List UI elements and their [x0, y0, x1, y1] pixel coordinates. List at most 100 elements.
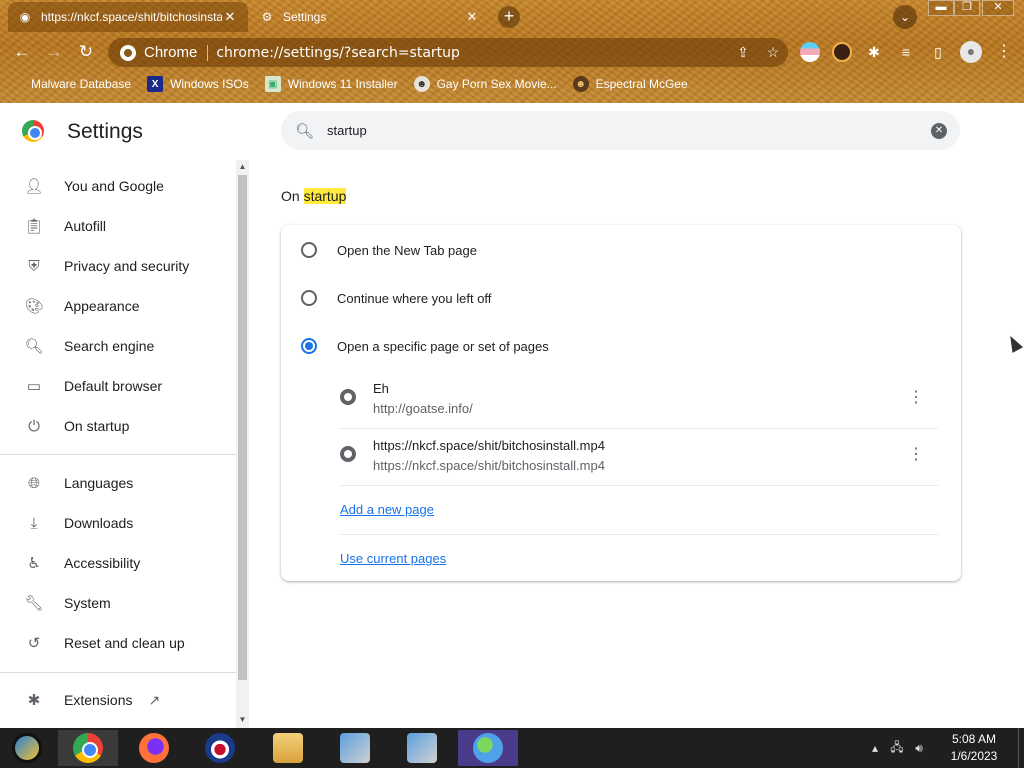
sidebar-item-reset[interactable]: ↺ Reset and clean up	[0, 625, 236, 661]
clear-search-icon[interactable]: ✕	[931, 122, 947, 139]
section-title-prefix: On	[281, 188, 300, 204]
show-desktop-button[interactable]	[1018, 728, 1024, 768]
radio-button[interactable]	[301, 242, 317, 258]
sidebar-item-label: Accessibility	[64, 555, 141, 571]
sidebar-item-privacy[interactable]: ⛨ Privacy and security	[0, 248, 236, 284]
sidebar-item-on-startup[interactable]: ⏻ On startup	[0, 408, 236, 444]
close-tab-icon[interactable]: ✕	[464, 9, 480, 25]
sidebar-item-label: Downloads	[64, 515, 134, 531]
profile-avatar-icon[interactable]: ●	[960, 41, 982, 63]
sidebar-item-you-and-google[interactable]: 👤︎ You and Google	[0, 168, 236, 204]
sidebar-item-search-engine[interactable]: 🔍︎ Search engine	[0, 328, 236, 364]
sidebar-item-accessibility[interactable]: ♿︎ Accessibility	[0, 545, 236, 581]
start-button[interactable]	[0, 730, 54, 766]
x-logo-icon: X	[147, 76, 164, 92]
scroll-up-arrow-icon[interactable]: ▲	[236, 160, 249, 173]
sidebar-item-label: You and Google	[64, 178, 164, 194]
settings-sidebar: 👤︎ You and Google 📋︎ Autofill ⛨ Privacy …	[0, 163, 236, 728]
close-window-button[interactable]: ✕	[982, 0, 1014, 16]
taskbar-explorer[interactable]	[258, 730, 318, 766]
new-tab-button[interactable]: +	[498, 6, 520, 28]
reload-icon[interactable]: ↻	[74, 40, 98, 64]
scrollbar-thumb[interactable]	[238, 175, 247, 680]
sidebar-item-extensions[interactable]: ✱ Extensions ↗	[0, 682, 236, 718]
separator	[207, 44, 209, 61]
url-text[interactable]: chrome://settings/?search=startup	[216, 45, 728, 61]
extension-avatar-icon[interactable]	[832, 42, 852, 62]
maximize-button[interactable]: ❐	[954, 0, 980, 16]
sidebar-item-label: Autofill	[64, 218, 107, 234]
sidebar-item-system[interactable]: 🔧︎ System	[0, 585, 236, 621]
taskbar-chrome[interactable]	[58, 730, 118, 766]
taskbar-firefox[interactable]	[124, 730, 184, 766]
startup-page-row: https://nkcf.space/shit/bitchosinstall.m…	[340, 429, 938, 485]
bookmark-label: Windows 11 Installer	[287, 77, 398, 91]
sidebar-item-languages[interactable]: 🌐︎ Languages	[0, 465, 236, 501]
volume-icon[interactable]: 🔊︎	[908, 741, 930, 756]
mouse-cursor-icon	[1004, 333, 1024, 353]
radio-new-tab[interactable]: Open the New Tab page	[301, 238, 477, 262]
more-vert-icon[interactable]: ⋮	[906, 388, 926, 408]
settings-search[interactable]: 🔍︎ ✕	[281, 111, 960, 150]
network-icon[interactable]: 🖧︎	[886, 738, 908, 759]
use-current-pages-link[interactable]: Use current pages	[340, 551, 446, 566]
sidebar-item-label: Extensions	[64, 692, 133, 708]
settings-page: Settings 🔍︎ ✕ 👤︎ You and Google 📋︎ Autof…	[0, 103, 1024, 728]
menu-dots-icon[interactable]: ⋮	[994, 42, 1014, 62]
radio-button-checked[interactable]	[301, 338, 317, 354]
row-divider	[340, 534, 938, 535]
minimize-button[interactable]: ▬	[928, 0, 954, 16]
radio-label: Open the New Tab page	[337, 242, 477, 258]
more-vert-icon[interactable]: ⋮	[906, 445, 926, 465]
radio-button[interactable]	[301, 290, 317, 306]
taskbar-network-app[interactable]	[392, 730, 452, 766]
add-new-page-link[interactable]: Add a new page	[340, 502, 434, 517]
bookmark-item[interactable]: ☻ Espectral McGee	[572, 76, 688, 92]
browser-chrome: ◉ https://nkcf.space/shit/bitchosinstall…	[0, 0, 1024, 103]
extension-flag-icon[interactable]	[800, 42, 820, 62]
section-title: On startup	[281, 188, 347, 204]
taskbar-messenger[interactable]	[458, 730, 518, 766]
sidebar-item-default-browser[interactable]: ▭ Default browser	[0, 368, 236, 404]
taskbar-network-app[interactable]	[325, 730, 385, 766]
taskbar-app-logo[interactable]	[190, 730, 250, 766]
radio-continue[interactable]: Continue where you left off	[301, 286, 491, 310]
side-panel-icon[interactable]: ▯	[928, 42, 948, 62]
network-computer-icon	[407, 733, 437, 763]
clock[interactable]: 5:08 AM 1/6/2023	[930, 731, 1018, 765]
bookmark-star-icon[interactable]: ☆	[758, 44, 788, 61]
sidebar-item-downloads[interactable]: ⤓ Downloads	[0, 505, 236, 541]
history-icon: ↺	[27, 635, 41, 652]
bookmark-item[interactable]: ▣ Windows 11 Installer	[264, 76, 398, 92]
tray-expand-icon[interactable]: ▴	[864, 741, 886, 755]
network-computer-icon	[340, 733, 370, 763]
close-tab-icon[interactable]: ✕	[222, 9, 238, 25]
palette-icon: 🎨︎	[24, 298, 44, 315]
tab-title: Settings	[283, 10, 327, 24]
forward-arrow-icon[interactable]: →	[42, 40, 66, 64]
browser-window-icon: ▭	[26, 378, 42, 395]
bookmark-item[interactable]: ☻ Gay Porn Sex Movie...	[413, 76, 557, 92]
bookmark-item[interactable]: Malware Database	[14, 76, 131, 92]
image-favicon-icon: ▣	[264, 76, 281, 92]
radio-label: Open a specific page or set of pages	[337, 338, 549, 354]
bookmark-item[interactable]: X Windows ISOs	[147, 76, 249, 92]
bookmark-blank-icon	[14, 76, 24, 92]
clock-time: 5:08 AM	[951, 732, 997, 746]
sidebar-item-appearance[interactable]: 🎨︎ Appearance	[0, 288, 236, 324]
address-bar[interactable]: Chrome chrome://settings/?search=startup…	[108, 38, 788, 67]
scroll-down-arrow-icon[interactable]: ▼	[236, 713, 249, 726]
search-icon: 🔍︎	[295, 122, 315, 140]
startup-page-row: Eh http://goatse.info/ ⋮	[340, 372, 938, 428]
search-input[interactable]	[327, 123, 931, 138]
media-queue-icon[interactable]: ≡	[896, 42, 916, 62]
radio-specific-pages[interactable]: Open a specific page or set of pages	[301, 334, 549, 358]
share-icon[interactable]: ⇪	[728, 44, 758, 61]
back-arrow-icon[interactable]: ←	[10, 40, 34, 64]
tab-video[interactable]: ◉ https://nkcf.space/shit/bitchosinstall…	[8, 2, 248, 32]
tab-settings[interactable]: ⚙ Settings ✕	[250, 2, 490, 32]
sidebar-item-autofill[interactable]: 📋︎ Autofill	[0, 208, 236, 244]
tab-search-chevron-icon[interactable]: ⌄	[893, 5, 917, 29]
extensions-puzzle-icon[interactable]: ✱	[864, 42, 884, 62]
clock-date: 1/6/2023	[950, 749, 998, 763]
